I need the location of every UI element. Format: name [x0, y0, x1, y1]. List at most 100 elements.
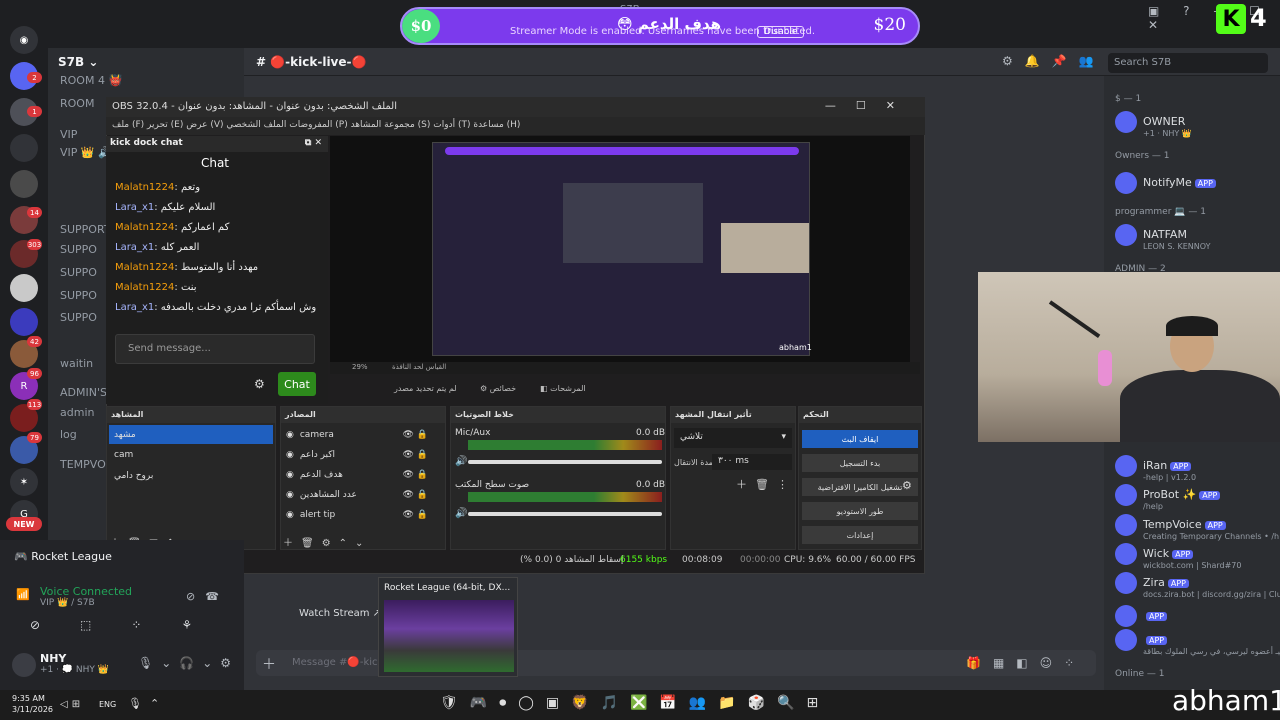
member-name: iRan — [1143, 459, 1168, 472]
member-item[interactable]: APP طيـ أعضوه ليرسي، في رسي الملوك بطاقة — [1115, 629, 1280, 656]
channel-item[interactable]: VIP 👑 🔊 — [60, 146, 112, 159]
avatar[interactable] — [12, 653, 36, 677]
channel-item[interactable]: ROOM 4 👹 — [60, 74, 122, 87]
zoom-bar[interactable]: 29% القياس لحد النافذة — [330, 362, 920, 374]
control-button[interactable]: طور الاستوديو — [802, 502, 918, 520]
mixer-channel-label: Mic/Aux — [455, 428, 491, 438]
member-item[interactable]: Wick APP wickbot.com | Shard#70 — [1115, 543, 1241, 570]
transition-duration-input[interactable]: ٣٠٠ ms — [712, 454, 792, 470]
source-item[interactable]: ◉ camera 👁 🔒 — [286, 430, 434, 440]
source-item[interactable]: ◉ عدد المشاهدين 👁 🔒 — [286, 490, 434, 500]
properties-button[interactable]: ⚙ خصائص — [480, 384, 516, 393]
webcam-mic — [1098, 350, 1112, 386]
channel-item[interactable]: VIP — [60, 128, 77, 141]
gear-icon[interactable]: ⚙ — [902, 479, 912, 492]
chat-text: كم اعماركم — [180, 222, 230, 233]
eye-icon[interactable]: 👁 🔒 — [403, 430, 429, 440]
disable-streamer-mode-button[interactable]: Disable — [757, 26, 805, 38]
unread-badge: 303 — [27, 239, 42, 250]
chat-dock-title: kick dock chat — [110, 138, 183, 148]
member-status: /help — [1143, 502, 1163, 511]
volume-slider[interactable] — [468, 460, 662, 464]
send-message-input[interactable]: Send message... — [115, 334, 315, 364]
gear-icon[interactable]: ⚙ — [254, 377, 265, 391]
server-name[interactable]: S7B ⌄ — [58, 55, 98, 69]
plus-icon[interactable]: ＋ — [262, 654, 276, 674]
header-icons[interactable]: ⚙🔔📌👥 — [1002, 54, 1106, 68]
chat-text: السلام عليكم — [160, 202, 216, 213]
watch-stream-button[interactable]: Watch Stream ↗ — [299, 608, 381, 619]
control-button[interactable]: ايقاف البث — [802, 430, 918, 448]
source-icon: ◉ — [286, 450, 294, 460]
member-item[interactable]: NotifyMe APP — [1115, 172, 1216, 194]
source-icon: ◉ — [286, 470, 294, 480]
voice-action-icons[interactable]: ⊘⬚⁘⚘ — [30, 618, 232, 632]
scene-item[interactable]: بروح دامي — [114, 471, 153, 481]
source-item[interactable]: ◉ alert tip 👁 🔒 — [286, 510, 434, 520]
avatar — [1115, 172, 1137, 194]
eye-icon[interactable]: 👁 🔒 — [403, 470, 429, 480]
source-toolbar[interactable]: ＋🗑⚙⌃⌄ — [283, 534, 371, 549]
channel-item[interactable]: SUPPO — [60, 243, 97, 256]
member-item[interactable]: ProBot ✨ APP/help — [1115, 484, 1221, 511]
member-item[interactable]: OWNER +1 · NHY 👑 — [1115, 111, 1192, 138]
voice-connected[interactable]: Voice Connected — [40, 585, 132, 598]
channel-item[interactable]: SUPPO — [60, 266, 97, 279]
message-tools-icons[interactable]: 🎁▦◧☺⁘ — [966, 656, 1086, 670]
channel-item[interactable]: ROOM — [60, 97, 94, 110]
voice-channel[interactable]: VIP 👑 / S7B — [40, 598, 95, 608]
preview-canvas[interactable]: abham1 — [432, 142, 812, 356]
transition-toolbar[interactable]: ＋🗑⋮ — [736, 476, 796, 492]
speaker-icon[interactable]: 🔊 — [455, 456, 467, 467]
taskbar-clock[interactable]: 9:35 AM 3/11/2026 — [12, 693, 53, 715]
kick-logo: K 4 — [1216, 4, 1276, 36]
obs-window-controls[interactable]: —☐✕ — [825, 99, 915, 112]
eye-icon[interactable]: 👁 🔒 — [403, 510, 429, 520]
tray-icons-extra[interactable]: 🎙⌃ — [128, 697, 167, 710]
member-item[interactable]: APP — [1115, 605, 1168, 627]
scene-item[interactable]: cam — [114, 450, 133, 460]
member-item[interactable]: TempVoice APP Creating Temporary Channels … — [1115, 514, 1279, 541]
context-bar: لم يتم تحديد مصدر ⚙ خصائص ◧ المرشحات — [330, 377, 920, 401]
channel-item[interactable]: SUPPO — [60, 289, 97, 302]
channel-item[interactable]: log — [60, 428, 77, 441]
chat-send-button[interactable]: Chat — [278, 372, 316, 396]
server-icon[interactable]: ✶ — [10, 468, 38, 496]
volume-slider[interactable] — [468, 512, 662, 516]
eye-icon[interactable]: 👁 🔒 — [403, 450, 429, 460]
taskbar-language[interactable]: ENG — [99, 700, 116, 709]
signal-icon[interactable]: 📶 — [16, 588, 30, 601]
eye-icon[interactable]: 👁 🔒 — [403, 490, 429, 500]
user-controls[interactable]: 🎙⌄🎧⌄⚙ — [138, 656, 239, 670]
dock-close-icon[interactable]: ⧉ ✕ — [305, 138, 322, 148]
voice-disconnect-icons[interactable]: ⊘☎ — [186, 590, 229, 603]
server-icon[interactable] — [10, 134, 38, 162]
preview-goal-bar — [445, 147, 799, 155]
member-item[interactable]: iRan APP -help | v1.2.0 — [1115, 455, 1196, 482]
tray-icons[interactable]: ◁⊞ — [60, 699, 84, 710]
member-item[interactable]: NATFAM LEON S. KENNOY — [1115, 224, 1211, 251]
new-pill[interactable]: NEW — [6, 517, 42, 531]
channel-item[interactable]: waitin — [60, 357, 93, 370]
source-item[interactable]: ◉ هدف الدعم 👁 🔒 — [286, 470, 434, 480]
discord-home-icon[interactable]: ◉ — [10, 26, 38, 54]
channel-item[interactable]: SUPPO — [60, 311, 97, 324]
server-icon[interactable] — [10, 308, 38, 336]
filters-button[interactable]: ◧ المرشحات — [540, 384, 586, 393]
server-icon[interactable] — [10, 170, 38, 198]
source-item[interactable]: ◉ اكبر داعم 👁 🔒 — [286, 450, 434, 460]
channel-item[interactable]: ADMIN'S — [60, 386, 107, 399]
speaker-icon[interactable]: 🔊 — [455, 508, 467, 519]
control-button[interactable]: إعدادات — [802, 526, 918, 544]
unread-badge: 96 — [27, 368, 42, 379]
taskbar-apps[interactable]: 🛡🎮⏺◯▣🦁🎵❎📅👥📁🎲🔍⊞ — [440, 695, 830, 711]
channel-item[interactable]: admin — [60, 406, 94, 419]
control-button[interactable]: تشغيل الكاميرا الافتراضية — [802, 478, 918, 496]
server-icon[interactable] — [10, 274, 38, 302]
search-input[interactable]: Search S7B — [1108, 53, 1268, 73]
transition-select[interactable]: تلاشي ▾ — [674, 428, 792, 448]
scene-item[interactable]: مشهد — [114, 430, 136, 440]
member-item[interactable]: Zira APP docs.zira.bot | discord.gg/zira |… — [1115, 572, 1280, 599]
obs-menubar[interactable]: ملف (F) تحرير (E) عرض (V) المفروضات المل… — [106, 117, 925, 135]
control-button[interactable]: بدء التسجيل — [802, 454, 918, 472]
